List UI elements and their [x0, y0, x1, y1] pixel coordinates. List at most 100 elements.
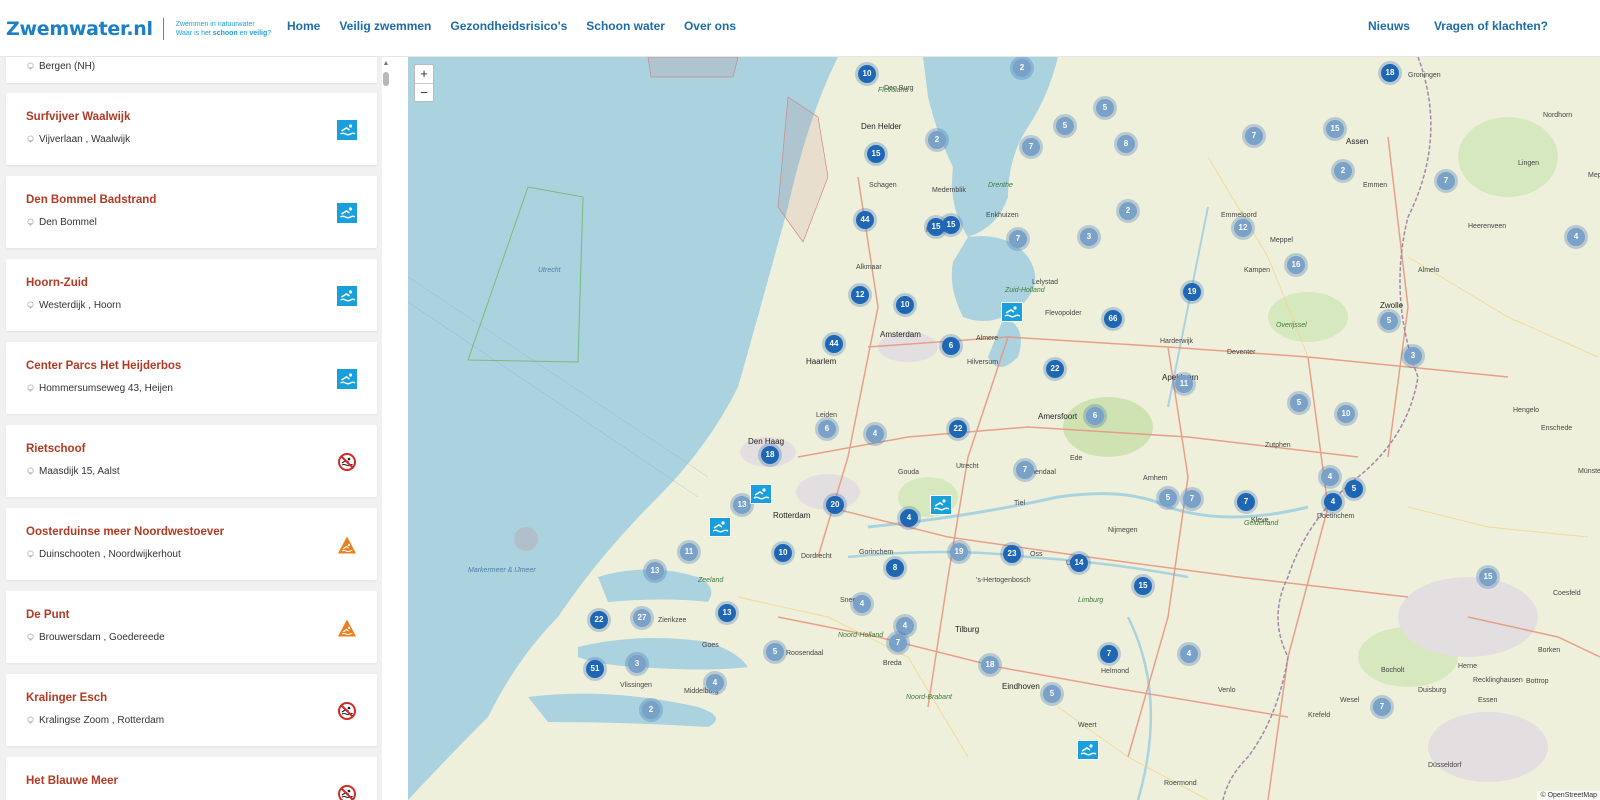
map-cluster-marker[interactable]: 4 — [850, 592, 874, 616]
list-item-title[interactable]: Rietschoof — [26, 443, 85, 455]
map-cluster-marker[interactable]: 44 — [822, 332, 846, 356]
map-cluster-marker[interactable]: 15 — [1476, 565, 1500, 589]
map-cluster-marker[interactable]: 12 — [1231, 216, 1255, 240]
list-item[interactable]: Den Bommel Badstrand Den Bommel — [6, 176, 377, 248]
map-cluster-marker[interactable]: 51 — [583, 657, 607, 681]
map-cluster-marker[interactable]: 18 — [978, 653, 1002, 677]
map-cluster-marker[interactable]: 4 — [1564, 225, 1588, 249]
map-cluster-marker[interactable]: 15 — [924, 215, 948, 239]
map-cluster-marker[interactable]: 5 — [1053, 114, 1077, 138]
map-cluster-marker[interactable]: 18 — [758, 443, 782, 467]
map-cluster-marker[interactable]: 7 — [1370, 695, 1394, 719]
map-cluster-marker[interactable]: 7 — [1434, 169, 1458, 193]
map-cluster-marker[interactable]: 7 — [1013, 458, 1037, 482]
map-cluster-marker[interactable]: 5 — [1040, 682, 1064, 706]
map-cluster-marker[interactable]: 15 — [864, 142, 888, 166]
map-cluster-marker[interactable]: 6 — [939, 334, 963, 358]
map-cluster-marker[interactable]: 5 — [1093, 96, 1117, 120]
swim-location-marker[interactable] — [1001, 302, 1023, 322]
swim-location-marker[interactable] — [709, 517, 731, 537]
map-cluster-marker[interactable]: 13 — [715, 601, 739, 625]
nav-home[interactable]: Home — [287, 19, 327, 33]
map-cluster-marker[interactable]: 11 — [677, 540, 701, 564]
map-cluster-marker[interactable]: 5 — [1287, 391, 1311, 415]
list-scrollbar[interactable]: ▲ — [382, 57, 390, 800]
scroll-up-arrow-icon[interactable]: ▲ — [382, 60, 390, 67]
list-item[interactable]: Bergen (NH) — [6, 57, 377, 83]
map-view[interactable]: Den Burg Den Helder Schagen Medemblik Enkhui… — [408, 57, 1600, 800]
map-cluster-marker[interactable]: 7 — [886, 631, 910, 655]
map-cluster-marker[interactable]: 4 — [1321, 490, 1345, 514]
nav-nieuws[interactable]: Nieuws — [1368, 19, 1410, 33]
zoom-in-button[interactable]: + — [415, 65, 433, 83]
list-item[interactable]: Het Blauwe Meer — [6, 757, 377, 800]
list-item[interactable]: Oosterduinse meer Noordwestoever Duinscho… — [6, 508, 377, 580]
map-cluster-marker[interactable]: 7 — [1180, 487, 1204, 511]
logo-text[interactable]: Zwemwater.nl — [6, 18, 153, 40]
zoom-out-button[interactable]: − — [415, 83, 433, 101]
map-cluster-marker[interactable]: 2 — [639, 698, 663, 722]
map-cluster-marker[interactable]: 66 — [1101, 307, 1125, 331]
map-cluster-marker[interactable]: 2 — [1116, 199, 1140, 223]
map-attribution[interactable]: © OpenStreetMap — [1537, 791, 1600, 800]
map-cluster-marker[interactable]: 7 — [1019, 135, 1043, 159]
map-cluster-marker[interactable]: 8 — [883, 556, 907, 580]
map-cluster-marker[interactable]: 4 — [703, 671, 727, 695]
map-cluster-marker[interactable]: 10 — [893, 293, 917, 317]
map-cluster-marker[interactable]: 11 — [1172, 372, 1196, 396]
map-cluster-marker[interactable]: 15 — [1131, 574, 1155, 598]
map-cluster-marker[interactable]: 3 — [625, 652, 649, 676]
map-cluster-marker[interactable]: 22 — [946, 417, 970, 441]
map-cluster-marker[interactable]: 16 — [1284, 253, 1308, 277]
map-cluster-marker[interactable]: 3 — [1077, 225, 1101, 249]
map-cluster-marker[interactable]: 27 — [630, 606, 654, 630]
map-cluster-marker[interactable]: 18 — [1378, 61, 1402, 85]
map-cluster-marker[interactable]: 7 — [1234, 490, 1258, 514]
nav-gezondheidsrisicos[interactable]: Gezondheidsrisico's — [450, 19, 574, 33]
map-cluster-marker[interactable]: 44 — [853, 208, 877, 232]
location-list[interactable]: Bergen (NH) Surfvijver Waalwijk Vijverlaa… — [0, 57, 390, 800]
list-item[interactable]: Hoorn-Zuid Westerdijk , Hoorn — [6, 259, 377, 331]
list-item[interactable]: Kralinger Esch Kralingse Zoom , Rotterdam — [6, 674, 377, 746]
map-cluster-marker[interactable]: 22 — [1043, 357, 1067, 381]
map-cluster-marker[interactable]: 10 — [771, 541, 795, 565]
map-cluster-marker[interactable]: 2 — [1010, 57, 1034, 80]
swim-location-marker[interactable] — [1077, 740, 1099, 760]
list-item-title[interactable]: Kralinger Esch — [26, 692, 107, 704]
map-cluster-marker[interactable]: 2 — [1331, 159, 1355, 183]
map-cluster-marker[interactable]: 2 — [925, 128, 949, 152]
map-cluster-marker[interactable]: 5 — [1156, 486, 1180, 510]
map-cluster-marker[interactable]: 5 — [763, 640, 787, 664]
list-item[interactable]: Center Parcs Het Heijderbos Hommersumsewe… — [6, 342, 377, 414]
list-item-title[interactable]: Het Blauwe Meer — [26, 775, 118, 787]
site-logo[interactable]: Zwemwater.nl Zwemmen in natuurwater Waar… — [6, 14, 271, 44]
list-item[interactable]: Rietschoof Maasdijk 15, Aalst — [6, 425, 377, 497]
map-cluster-marker[interactable]: 7 — [1006, 227, 1030, 251]
map-cluster-marker[interactable]: 14 — [1067, 551, 1091, 575]
map-cluster-marker[interactable]: 23 — [1000, 542, 1024, 566]
map-cluster-marker[interactable]: 22 — [587, 608, 611, 632]
list-item-title[interactable]: Hoorn-Zuid — [26, 277, 88, 289]
map-cluster-marker[interactable]: 13 — [643, 559, 667, 583]
map-cluster-marker[interactable]: 8 — [1114, 132, 1138, 156]
list-item[interactable]: De Punt Brouwersdam , Goedereede — [6, 591, 377, 663]
list-item-title[interactable]: Surfvijver Waalwijk — [26, 111, 130, 123]
map-cluster-marker[interactable]: 15 — [1323, 117, 1347, 141]
map-cluster-marker[interactable]: 10 — [855, 62, 879, 86]
list-item-title[interactable]: De Punt — [26, 609, 69, 621]
nav-over-ons[interactable]: Over ons — [684, 19, 743, 33]
nav-schoon-water[interactable]: Schoon water — [586, 19, 672, 33]
map-cluster-marker[interactable]: 4 — [897, 506, 921, 530]
map-cluster-marker[interactable]: 6 — [815, 417, 839, 441]
map-cluster-marker[interactable]: 4 — [863, 422, 887, 446]
nav-vragen-of-klachten[interactable]: Vragen of klachten? — [1434, 19, 1548, 33]
map-cluster-marker[interactable]: 19 — [947, 540, 971, 564]
map-cluster-marker[interactable]: 3 — [1401, 344, 1425, 368]
list-item-title[interactable]: Den Bommel Badstrand — [26, 194, 156, 206]
nav-veilig-zwemmen[interactable]: Veilig zwemmen — [339, 19, 438, 33]
list-item-title[interactable]: Center Parcs Het Heijderbos — [26, 360, 181, 372]
map-cluster-marker[interactable]: 20 — [823, 493, 847, 517]
map-cluster-marker[interactable]: 5 — [1342, 477, 1366, 501]
list-item-title[interactable]: Oosterduinse meer Noordwestoever — [26, 526, 224, 538]
map-cluster-marker[interactable]: 19 — [1180, 280, 1204, 304]
